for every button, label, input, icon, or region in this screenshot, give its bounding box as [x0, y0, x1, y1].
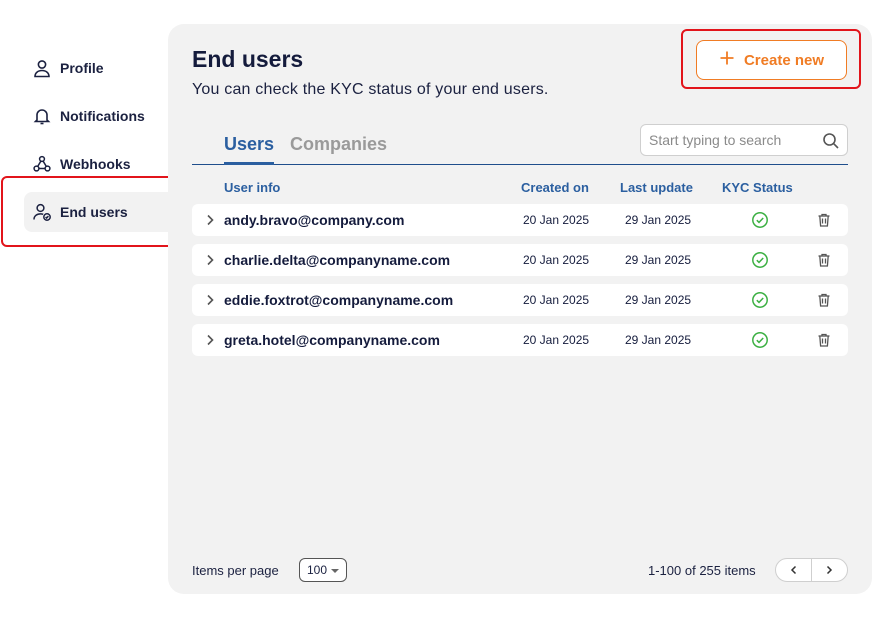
sidebar-item-notifications[interactable]: Notifications [24, 96, 176, 136]
row-last-update: 29 Jan 2025 [625, 213, 692, 227]
next-page-button[interactable] [812, 559, 847, 581]
page-title: End users [192, 46, 304, 72]
check-circle-icon [751, 251, 769, 269]
search-icon[interactable] [821, 131, 841, 151]
header-user-info[interactable]: User info [224, 180, 280, 195]
user-icon [30, 56, 54, 80]
pagination-controls [775, 558, 848, 582]
sidebar-item-label: Webhooks [60, 156, 131, 172]
search-input[interactable] [649, 132, 817, 148]
chevron-left-icon [790, 565, 796, 575]
row-last-update: 29 Jan 2025 [625, 293, 692, 307]
sidebar-item-label: Notifications [60, 108, 145, 124]
sidebar-item-profile[interactable]: Profile [24, 48, 176, 88]
row-created-on: 20 Jan 2025 [523, 253, 590, 267]
tab-companies[interactable]: Companies [290, 134, 387, 155]
trash-icon[interactable] [816, 292, 832, 308]
chevron-right-icon[interactable] [202, 212, 218, 228]
table-row[interactable]: greta.hotel@companyname.com 20 Jan 2025 … [192, 324, 848, 356]
trash-icon[interactable] [816, 212, 832, 228]
row-email: eddie.foxtrot@companyname.com [224, 292, 454, 308]
chevron-right-icon[interactable] [202, 292, 218, 308]
chevron-right-icon [827, 565, 833, 575]
check-circle-icon [751, 331, 769, 349]
pagination-range: 1-100 of 255 items [648, 563, 756, 578]
caret-down-icon [331, 569, 339, 573]
items-per-page-label: Items per page [192, 563, 279, 578]
page-subtitle: You can check the KYC status of your end… [192, 81, 549, 98]
row-created-on: 20 Jan 2025 [523, 333, 590, 347]
bell-icon [30, 104, 54, 128]
items-per-page-value: 100 [307, 563, 328, 577]
row-email: charlie.delta@companyname.com [224, 252, 451, 268]
previous-page-button[interactable] [776, 559, 811, 581]
table-header: User info Created on Last update KYC Sta… [192, 180, 848, 196]
chevron-right-icon[interactable] [202, 252, 218, 268]
table-row[interactable]: charlie.delta@companyname.com 20 Jan 202… [192, 244, 848, 276]
active-tab-indicator [224, 162, 274, 165]
sidebar-item-label: End users [60, 204, 128, 220]
sidebar-item-end-users[interactable]: End users [24, 192, 176, 232]
row-last-update: 29 Jan 2025 [625, 333, 692, 347]
items-per-page-select[interactable]: 100 [299, 558, 347, 582]
row-email: greta.hotel@companyname.com [224, 332, 440, 348]
sidebar: Profile Notifications Webhooks End users [0, 0, 176, 618]
check-circle-icon [751, 211, 769, 229]
row-email: andy.bravo@company.com [224, 212, 405, 228]
create-new-button[interactable]: Create new [696, 40, 847, 80]
header-last-update[interactable]: Last update [620, 180, 693, 195]
tab-users[interactable]: Users [224, 134, 274, 155]
sidebar-item-label: Profile [60, 60, 104, 76]
table-row[interactable]: eddie.foxtrot@companyname.com 20 Jan 202… [192, 284, 848, 316]
header-created-on[interactable]: Created on [521, 180, 589, 195]
search-box [640, 124, 848, 156]
user-check-icon [30, 200, 54, 224]
header-kyc-status[interactable]: KYC Status [722, 180, 793, 195]
trash-icon[interactable] [816, 252, 832, 268]
sidebar-item-webhooks[interactable]: Webhooks [24, 144, 176, 184]
chevron-right-icon[interactable] [202, 332, 218, 348]
plus-icon [719, 47, 735, 71]
row-last-update: 29 Jan 2025 [625, 253, 692, 267]
row-created-on: 20 Jan 2025 [523, 293, 590, 307]
create-new-label: Create new [743, 51, 825, 69]
trash-icon[interactable] [816, 332, 832, 348]
webhook-icon [30, 152, 54, 176]
table-row[interactable]: andy.bravo@company.com 20 Jan 2025 29 Ja… [192, 204, 848, 236]
row-created-on: 20 Jan 2025 [523, 213, 590, 227]
main-panel: End users You can check the KYC status o… [168, 24, 872, 594]
check-circle-icon [751, 291, 769, 309]
